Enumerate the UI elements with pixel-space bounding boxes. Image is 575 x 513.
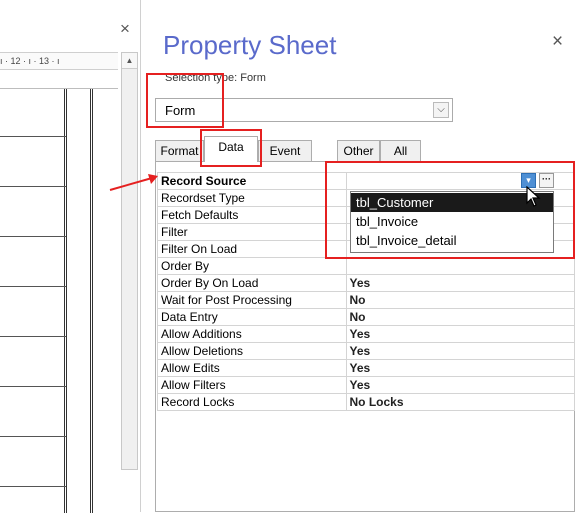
property-row[interactable]: Allow Deletions Yes bbox=[157, 342, 575, 360]
property-name[interactable]: Allow Additions bbox=[157, 325, 347, 343]
property-row[interactable]: Record Locks No Locks bbox=[157, 393, 575, 411]
tab-format[interactable]: Format bbox=[155, 140, 204, 161]
property-value[interactable]: No bbox=[345, 308, 575, 326]
grid-horizontal-line bbox=[0, 236, 66, 237]
property-name[interactable]: Filter On Load bbox=[157, 240, 347, 258]
property-value[interactable] bbox=[345, 257, 575, 275]
property-row[interactable]: Order By bbox=[157, 257, 575, 275]
form-design-pane: × ı · 12 · ı · 13 · ı ▲ bbox=[0, 0, 140, 513]
property-value[interactable]: Yes bbox=[345, 274, 575, 292]
property-row[interactable]: Data Entry No bbox=[157, 308, 575, 326]
grid-vertical-line bbox=[92, 89, 93, 513]
property-value[interactable]: No Locks bbox=[345, 393, 575, 411]
property-name[interactable]: Fetch Defaults bbox=[157, 206, 347, 224]
close-design-pane-icon[interactable]: × bbox=[120, 20, 130, 37]
property-name[interactable]: Order By On Load bbox=[157, 274, 347, 292]
tab-other[interactable]: Other bbox=[337, 140, 380, 161]
property-name[interactable]: Record Locks bbox=[157, 393, 347, 411]
section-boundary-line bbox=[64, 89, 65, 513]
grid-horizontal-line bbox=[0, 186, 66, 187]
annotation-box-selection-type bbox=[146, 73, 224, 128]
annotation-arrow-icon bbox=[109, 174, 158, 191]
grid-vertical-line bbox=[90, 89, 91, 513]
property-name[interactable]: Data Entry bbox=[157, 308, 347, 326]
property-name[interactable]: Filter bbox=[157, 223, 347, 241]
grid-horizontal-line bbox=[0, 286, 66, 287]
tab-all[interactable]: All bbox=[380, 140, 421, 161]
grid-horizontal-line bbox=[0, 436, 66, 437]
property-name[interactable]: Recordset Type bbox=[157, 189, 347, 207]
property-row[interactable]: Allow Filters Yes bbox=[157, 376, 575, 394]
property-value[interactable]: Yes bbox=[345, 359, 575, 377]
selection-type-value: Form bbox=[240, 72, 266, 84]
pane-divider bbox=[140, 0, 141, 512]
grid-horizontal-line bbox=[0, 386, 66, 387]
annotation-box-data-tab bbox=[200, 129, 262, 167]
property-name[interactable]: Allow Filters bbox=[157, 376, 347, 394]
property-value[interactable]: No bbox=[345, 291, 575, 309]
grid-horizontal-line bbox=[0, 486, 66, 487]
property-name[interactable]: Wait for Post Processing bbox=[157, 291, 347, 309]
scroll-up-icon[interactable]: ▲ bbox=[122, 53, 137, 69]
property-row[interactable]: Allow Edits Yes bbox=[157, 359, 575, 377]
property-name[interactable]: Allow Edits bbox=[157, 359, 347, 377]
design-grid[interactable] bbox=[0, 88, 118, 513]
close-property-sheet-icon[interactable]: × bbox=[552, 32, 563, 51]
property-value[interactable]: Yes bbox=[345, 325, 575, 343]
chevron-down-icon[interactable]: ⌵ bbox=[433, 102, 449, 118]
annotation-box-record-source-list bbox=[325, 161, 575, 259]
grid-horizontal-line bbox=[0, 136, 66, 137]
property-row[interactable]: Order By On Load Yes bbox=[157, 274, 575, 292]
property-value[interactable]: Yes bbox=[345, 376, 575, 394]
property-name[interactable]: Record Source bbox=[157, 172, 347, 190]
vertical-scrollbar[interactable]: ▲ bbox=[121, 52, 138, 470]
grid-horizontal-line bbox=[0, 336, 66, 337]
tab-event[interactable]: Event bbox=[258, 140, 312, 161]
property-name[interactable]: Allow Deletions bbox=[157, 342, 347, 360]
section-boundary-line bbox=[66, 89, 67, 513]
horizontal-ruler: ı · 12 · ı · 13 · ı bbox=[0, 52, 118, 70]
property-row[interactable]: Wait for Post Processing No bbox=[157, 291, 575, 309]
property-sheet-title: Property Sheet bbox=[163, 30, 337, 60]
property-value[interactable]: Yes bbox=[345, 342, 575, 360]
property-row[interactable]: Allow Additions Yes bbox=[157, 325, 575, 343]
property-name[interactable]: Order By bbox=[157, 257, 347, 275]
